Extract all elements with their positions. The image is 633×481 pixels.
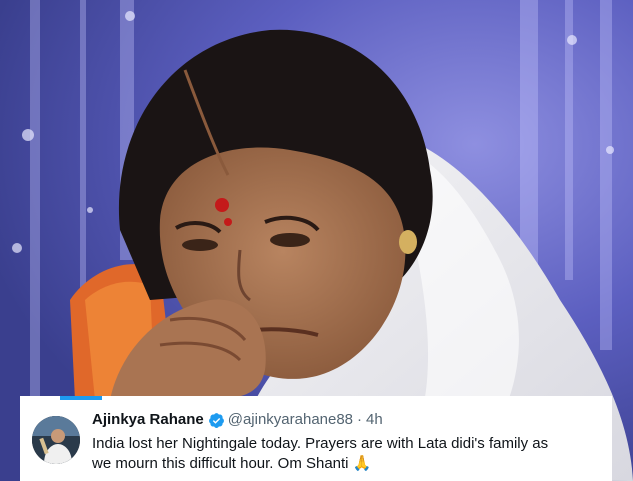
user-avatar[interactable] bbox=[32, 416, 80, 464]
header-separator: · bbox=[357, 411, 363, 428]
tweet-accent-bar bbox=[60, 396, 102, 400]
avatar-icon bbox=[32, 416, 80, 464]
tweet-header: Ajinkya Rahane @ajinkyarahane88 · 4h bbox=[92, 410, 600, 430]
verified-badge-icon bbox=[208, 412, 224, 428]
screenshot-stage: Ajinkya Rahane @ajinkyarahane88 · 4h Ind… bbox=[0, 0, 633, 481]
tweet-text-container: India lost her Nightingale today. Prayer… bbox=[92, 434, 562, 474]
tweet-text: India lost her Nightingale today. Prayer… bbox=[92, 435, 549, 472]
tweet-body: Ajinkya Rahane @ajinkyarahane88 · 4h Ind… bbox=[92, 410, 600, 474]
user-handle[interactable]: @ajinkyarahane88 bbox=[228, 410, 353, 430]
folded-hands-icon: 🙏 bbox=[352, 455, 372, 472]
display-name[interactable]: Ajinkya Rahane bbox=[92, 410, 204, 430]
tweet-timestamp[interactable]: 4h bbox=[366, 410, 383, 430]
tweet-card[interactable]: Ajinkya Rahane @ajinkyarahane88 · 4h Ind… bbox=[20, 396, 612, 481]
